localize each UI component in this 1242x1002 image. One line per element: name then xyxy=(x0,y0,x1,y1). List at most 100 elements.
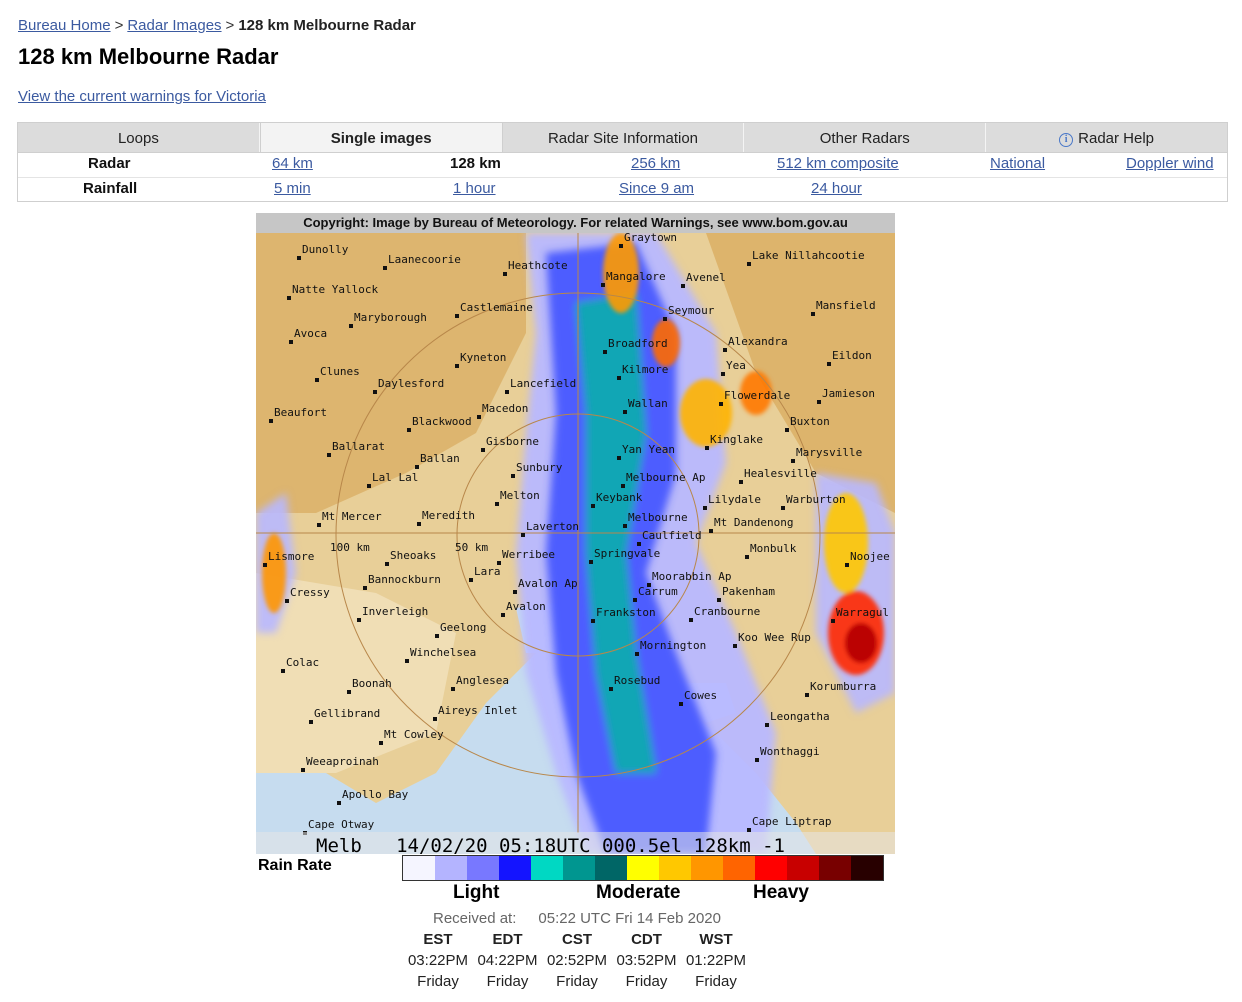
place-marker xyxy=(451,687,455,691)
place-label: Boonah xyxy=(352,677,392,690)
place-marker xyxy=(623,410,627,414)
legend-swatch xyxy=(691,856,723,880)
legend-swatch xyxy=(563,856,595,880)
radar-image: 100 km 50 km Graytown Dunolly Laanecoorie H… xyxy=(256,213,895,854)
place-label: Mangalore xyxy=(606,270,666,283)
place-label: Beaufort xyxy=(274,406,327,419)
place-marker xyxy=(289,340,293,344)
tz-zone: CDT xyxy=(631,931,662,948)
legend-label-heavy: Heavy xyxy=(753,882,809,903)
radar-512km-composite-link[interactable]: 512 km composite xyxy=(777,153,899,175)
place-marker xyxy=(407,428,411,432)
received-times: Received at: 05:22 UTC Fri 14 Feb 2020 ES… xyxy=(405,910,749,992)
time-row: 03:22PM 04:22PM 02:52PM 03:52PM 01:22PM xyxy=(405,950,749,971)
legend-swatch xyxy=(531,856,563,880)
place-label: Castlemaine xyxy=(460,301,533,314)
place-label: Natte Yallock xyxy=(292,283,378,296)
rainfall-1hour-link[interactable]: 1 hour xyxy=(453,178,496,200)
place-marker xyxy=(591,504,595,508)
place-label: Winchelsea xyxy=(410,646,476,659)
tab-radar-help-label: Radar Help xyxy=(1078,130,1155,147)
place-marker xyxy=(617,456,621,460)
place-label: Clunes xyxy=(320,365,360,378)
received-at: Received at: 05:22 UTC Fri 14 Feb 2020 xyxy=(405,910,749,927)
tz-day: Friday xyxy=(417,973,459,990)
tz-day: Friday xyxy=(486,973,529,990)
place-label: Warburton xyxy=(786,493,846,506)
place-marker xyxy=(367,484,371,488)
breadcrumb-current: 128 km Melbourne Radar xyxy=(238,17,416,34)
place-marker xyxy=(705,446,709,450)
place-marker xyxy=(733,644,737,648)
place-marker xyxy=(435,634,439,638)
tz-zone: CST xyxy=(562,931,592,948)
tab-loops[interactable]: Loops xyxy=(18,123,260,152)
place-label: Warragul xyxy=(836,606,889,619)
place-marker xyxy=(723,348,727,352)
place-marker xyxy=(455,314,459,318)
legend-color-bar xyxy=(402,855,884,881)
place-marker xyxy=(269,419,273,423)
legend-swatch xyxy=(659,856,691,880)
place-marker xyxy=(481,448,485,452)
tz-time: 03:52PM xyxy=(616,952,677,969)
breadcrumb-home-link[interactable]: Bureau Home xyxy=(18,17,111,34)
breadcrumb-radar-images-link[interactable]: Radar Images xyxy=(127,17,221,34)
place-label: Lismore xyxy=(268,550,314,563)
received-value: 05:22 UTC Fri 14 Feb 2020 xyxy=(538,910,721,927)
place-marker xyxy=(739,480,743,484)
place-marker xyxy=(747,262,751,266)
place-marker xyxy=(469,578,473,582)
place-marker xyxy=(503,272,507,276)
place-marker xyxy=(811,312,815,316)
place-label: Macedon xyxy=(482,402,528,415)
rainfall-since-9am-link[interactable]: Since 9 am xyxy=(619,178,694,200)
legend-swatch xyxy=(787,856,819,880)
radar-doppler-wind-link[interactable]: Doppler wind xyxy=(1126,153,1214,175)
warnings-link[interactable]: View the current warnings for Victoria xyxy=(18,88,266,105)
radar-nav: Loops Single images Radar Site Informati… xyxy=(17,122,1228,202)
place-marker xyxy=(405,659,409,663)
place-marker xyxy=(609,687,613,691)
place-label: Monbulk xyxy=(750,542,797,555)
radar-national-link[interactable]: National xyxy=(990,153,1045,175)
radar-64km-link[interactable]: 64 km xyxy=(272,153,313,175)
place-marker xyxy=(717,598,721,602)
place-label: Maryborough xyxy=(354,311,427,324)
legend-swatch xyxy=(467,856,499,880)
breadcrumb-separator: > xyxy=(114,17,124,34)
place-marker xyxy=(347,690,351,694)
place-label: Kinglake xyxy=(710,433,763,446)
place-label: Springvale xyxy=(594,547,660,560)
tab-other-radars[interactable]: Other Radars xyxy=(744,123,987,152)
place-marker xyxy=(281,669,285,673)
place-label: Flowerdale xyxy=(724,389,790,402)
place-label: Blackwood xyxy=(412,415,472,428)
radar-tabs: Loops Single images Radar Site Informati… xyxy=(18,123,1227,153)
place-marker xyxy=(845,563,849,567)
place-marker xyxy=(501,613,505,617)
place-label: Colac xyxy=(286,656,319,669)
place-marker xyxy=(765,723,769,727)
place-label: Ballarat xyxy=(332,440,385,453)
tab-radar-help[interactable]: i Radar Help xyxy=(986,123,1227,152)
tz-time: 02:52PM xyxy=(546,952,608,969)
place-marker xyxy=(363,586,367,590)
place-label: Wonthaggi xyxy=(760,745,820,758)
place-marker xyxy=(513,590,517,594)
place-marker xyxy=(719,402,723,406)
radar-256km-link[interactable]: 256 km xyxy=(631,153,680,175)
place-marker xyxy=(637,542,641,546)
place-label: Carrum xyxy=(638,585,678,598)
place-label: Laverton xyxy=(526,520,579,533)
tab-radar-site-information[interactable]: Radar Site Information xyxy=(503,123,745,152)
breadcrumb-separator: > xyxy=(225,17,235,34)
place-label: Mt Mercer xyxy=(322,510,382,523)
place-marker xyxy=(817,400,821,404)
place-label: Alexandra xyxy=(728,335,788,348)
place-label: Weeaproinah xyxy=(306,755,379,768)
rainfall-24hour-link[interactable]: 24 hour xyxy=(811,178,862,200)
rainfall-5min-link[interactable]: 5 min xyxy=(274,178,311,200)
tab-single-images[interactable]: Single images xyxy=(259,123,503,152)
place-label: Melton xyxy=(500,489,540,502)
